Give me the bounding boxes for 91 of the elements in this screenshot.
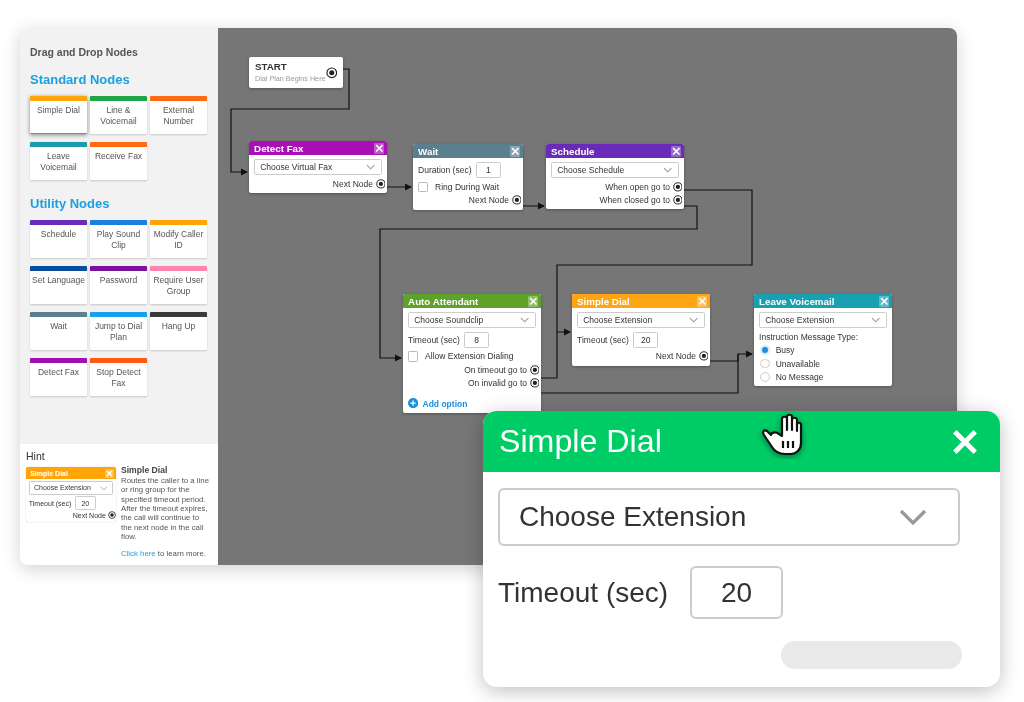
node-tile[interactable]: Modify Caller ID	[150, 220, 207, 258]
node-title: Leave Voicemail	[759, 295, 835, 307]
node-tile[interactable]: Receive Fax	[90, 142, 147, 180]
field-label: Duration (sec)	[418, 165, 472, 176]
node-tile[interactable]: External Number	[150, 96, 207, 134]
node-tile[interactable]: Wait	[30, 312, 87, 350]
port-icon[interactable]	[529, 365, 540, 375]
chevron-icon	[689, 317, 699, 324]
node-tile[interactable]: Stop Detect Fax	[90, 358, 147, 396]
node-tile[interactable]: Simple Dial	[30, 96, 87, 134]
radio-label: No Message	[775, 371, 824, 382]
flow-node[interactable]: Simple Dial Choose Extension Timeout (sec) 20 Next Node	[572, 294, 710, 366]
chevron-icon	[366, 164, 376, 171]
input-field[interactable]: 1	[475, 162, 502, 179]
output-label: On timeout go to	[464, 364, 527, 375]
node-title: Simple Dial	[577, 295, 630, 307]
hint-title: Hint	[26, 450, 46, 463]
close-icon[interactable]	[670, 145, 682, 157]
plus-icon[interactable]	[408, 398, 419, 409]
node-title: START	[254, 61, 288, 73]
output-label: When closed go to	[599, 195, 670, 206]
radio-label: Busy	[775, 345, 795, 356]
output-label: When open go to	[605, 181, 670, 192]
output-label: Next Node	[655, 351, 696, 362]
dropdown[interactable]: Choose Schedule	[551, 162, 679, 179]
flow-node[interactable]: Detect Fax Choose Virtual Fax Next Node	[249, 141, 387, 194]
field-label: Instruction Message Type:	[759, 331, 860, 342]
flow-node[interactable]: Auto Attendant Choose Soundclip Timeout (sec) 8 Allow Extension Dialing On timeout go to On invalid go to Add option	[403, 294, 541, 413]
radio-button[interactable]	[759, 345, 770, 356]
input-field[interactable]: 20	[690, 566, 784, 619]
node-tile[interactable]: Line & Voicemail	[90, 96, 147, 134]
chevron-icon	[100, 485, 108, 491]
field-label: Timeout (sec)	[498, 576, 669, 609]
flow-node[interactable]: Wait Duration (sec) 1 Ring During Wait Next Node	[413, 144, 523, 210]
field-label: Timeout (sec)	[408, 334, 460, 345]
add-option-link[interactable]: Add option	[422, 398, 468, 409]
checkbox[interactable]	[418, 181, 429, 192]
section-heading: Standard Nodes	[30, 72, 131, 87]
node-tile[interactable]: Require User Group	[150, 266, 207, 304]
node-header[interactable]: Detect Fax	[249, 141, 387, 156]
chevron-icon	[663, 167, 673, 174]
dropdown[interactable]: Choose Extension	[577, 312, 705, 329]
flow-node[interactable]: Schedule Choose Schedule When open go to When closed go to	[546, 144, 684, 210]
zoomed-node[interactable]: Simple Dial Choose Extension Timeout (sec) 20	[483, 411, 1000, 687]
checkbox-label: Allow Extension Dialing	[425, 351, 514, 362]
port-icon[interactable]	[698, 351, 709, 362]
node-tile[interactable]: Leave Voicemail	[30, 142, 87, 180]
node-title: Simple Dial	[499, 423, 662, 460]
node-title: Wait	[418, 145, 439, 157]
field-label: Timeout (sec)	[577, 334, 629, 345]
close-icon[interactable]	[509, 145, 521, 157]
node-title: Auto Attendant	[408, 295, 479, 307]
dropdown[interactable]: Choose Soundclip	[408, 312, 536, 329]
radio-label: Unavailable	[775, 358, 821, 369]
checkbox[interactable]	[408, 351, 419, 362]
port-icon[interactable]	[529, 378, 540, 389]
output-label: On invalid go to	[467, 378, 527, 389]
port-icon[interactable]	[672, 181, 683, 192]
dropdown[interactable]: Choose Extension	[759, 312, 887, 329]
node-tile[interactable]: Detect Fax	[30, 358, 87, 396]
dropdown[interactable]: Choose Virtual Fax	[254, 159, 382, 176]
port-icon[interactable]	[375, 178, 386, 189]
node-tile[interactable]: Hang Up	[150, 312, 207, 350]
node-title: Detect Fax	[254, 142, 304, 154]
port-icon[interactable]	[672, 195, 683, 206]
chevron-icon	[898, 508, 928, 526]
chevron-icon	[871, 317, 881, 324]
checkbox-label: Ring During Wait	[435, 181, 499, 192]
node-title: Schedule	[551, 145, 595, 157]
node-tile[interactable]: Password	[90, 266, 147, 304]
panel-title: Drag and Drop Nodes	[30, 46, 139, 58]
output-label: Next Node	[468, 195, 509, 206]
node-tile[interactable]: Play Sound Clip	[90, 220, 147, 258]
node-tile[interactable]: Schedule	[30, 220, 87, 258]
close-icon[interactable]	[373, 142, 385, 154]
hand-cursor-icon	[762, 413, 803, 456]
flow-node[interactable]: Leave Voicemail Choose Extension Instruction Message Type: Busy Unavailable No Message	[754, 294, 892, 387]
input-field[interactable]: 20	[633, 331, 659, 348]
node-header[interactable]: Schedule	[546, 144, 684, 159]
section-heading: Utility Nodes	[30, 196, 111, 211]
node-tile[interactable]: Set Language	[30, 266, 87, 304]
node-header[interactable]: Wait	[413, 144, 523, 159]
dropdown[interactable]: Choose Extension	[498, 488, 960, 546]
output-label: Next Node	[332, 178, 373, 189]
port-icon[interactable]	[325, 65, 338, 80]
chevron-icon	[520, 317, 530, 324]
port-icon[interactable]	[511, 195, 522, 206]
hint-node-title: Simple Dial	[121, 466, 169, 476]
port-icon[interactable]	[107, 511, 116, 520]
node-tile[interactable]: Jump to Dial Plan	[90, 312, 147, 350]
input-field[interactable]: 8	[464, 331, 490, 348]
